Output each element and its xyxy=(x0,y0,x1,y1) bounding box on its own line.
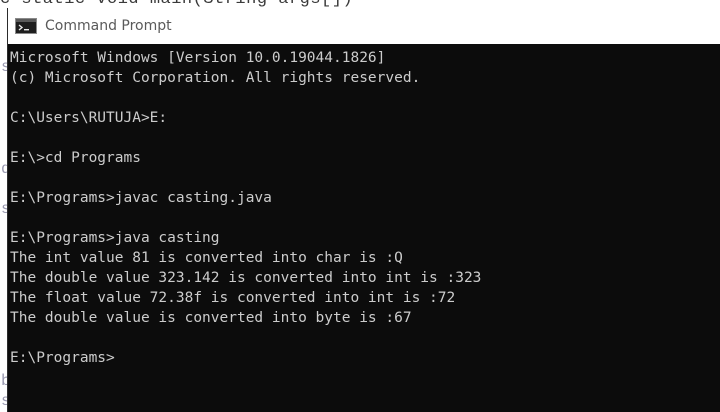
console-line: C:\Users\RUTUJA>E: xyxy=(10,110,168,126)
console-line: The double value is converted into byte … xyxy=(10,310,412,326)
console-line: E:\>cd Programs xyxy=(10,150,141,166)
window-title-bar[interactable]: Command Prompt xyxy=(8,8,720,44)
console-lines: Microsoft Windows [Version 10.0.19044.18… xyxy=(10,48,481,368)
console-prompt-line[interactable]: E:\Programs> xyxy=(10,348,481,368)
console-line: (c) Microsoft Corporation. All rights re… xyxy=(10,70,421,86)
command-prompt-window[interactable]: Command Prompt Microsoft Windows [Versio… xyxy=(7,8,720,412)
editor-code-fragment: c static void main(String args[]) xyxy=(0,0,353,9)
console-output-area[interactable]: Microsoft Windows [Version 10.0.19044.18… xyxy=(8,44,720,412)
console-line: Microsoft Windows [Version 10.0.19044.18… xyxy=(10,50,386,66)
console-line: The float value 72.38f is converted into… xyxy=(10,290,456,306)
window-title: Command Prompt xyxy=(45,18,172,34)
console-line: E:\Programs>javac casting.java xyxy=(10,190,272,206)
console-line: The int value 81 is converted into char … xyxy=(10,250,403,266)
console-line: E:\Programs>java casting xyxy=(10,230,220,246)
console-line: The double value 323.142 is converted in… xyxy=(10,270,482,286)
cmd-terminal-icon xyxy=(15,18,37,34)
